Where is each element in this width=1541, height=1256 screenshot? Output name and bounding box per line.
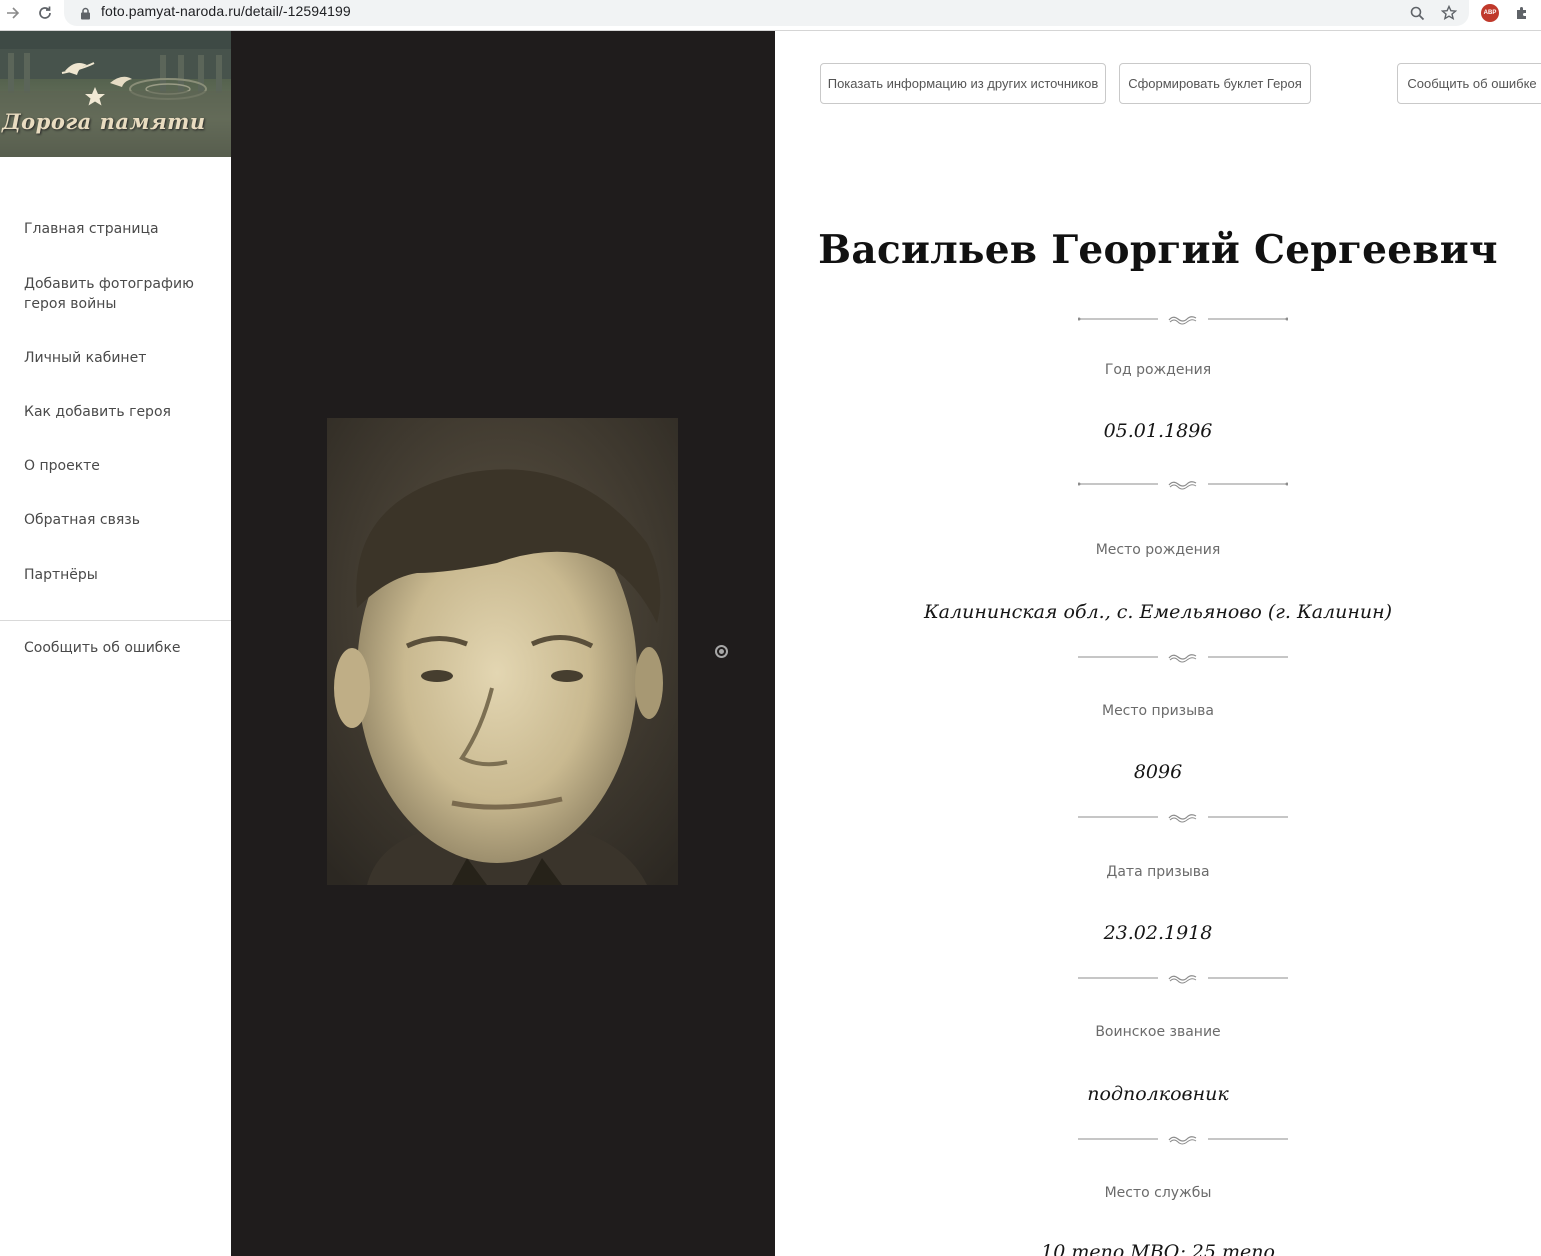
sidebar-item-add-photo[interactable]: Добавить фотографию героя войны bbox=[24, 274, 214, 314]
field-value-rank: подполковник bbox=[1087, 1083, 1229, 1105]
field-label-birth-place: Место рождения bbox=[1095, 542, 1221, 558]
lock-icon[interactable] bbox=[78, 0, 92, 26]
sidebar: Дорога памяти Главная страница Добавить … bbox=[0, 31, 231, 1256]
ornament-divider bbox=[1078, 1136, 1288, 1145]
field-value-conscription-date: 23.02.1918 bbox=[1103, 922, 1213, 944]
field-label-birth-date: Год рождения bbox=[1104, 362, 1212, 378]
zoom-icon[interactable] bbox=[1408, 0, 1426, 26]
ornament-divider bbox=[1078, 975, 1288, 984]
sidebar-item-partners[interactable]: Партнёры bbox=[24, 565, 214, 585]
make-booklet-button[interactable]: Сформировать буклет Героя bbox=[1119, 63, 1311, 104]
extensions-puzzle-icon[interactable] bbox=[1513, 0, 1531, 26]
carousel-indicator[interactable] bbox=[715, 645, 728, 658]
reload-icon[interactable] bbox=[36, 0, 54, 26]
browser-toolbar: foto.pamyat-naroda.ru/detail/-12594199 A… bbox=[0, 0, 1541, 31]
photo-panel bbox=[231, 31, 775, 1256]
hero-name: Васильев Георгий Сергеевич bbox=[818, 227, 1498, 273]
field-label-conscription-place: Место призыва bbox=[1101, 703, 1215, 719]
sidebar-item-account[interactable]: Личный кабинет bbox=[24, 348, 214, 368]
logo-text: Дорога памяти bbox=[2, 109, 206, 134]
field-value-birth-place: Калининская обл., с. Емельяново (г. Кали… bbox=[923, 601, 1393, 623]
forward-icon[interactable] bbox=[4, 0, 22, 26]
adblock-extension-icon[interactable]: ABP bbox=[1481, 4, 1499, 22]
sidebar-divider bbox=[0, 620, 231, 621]
site-logo[interactable]: Дорога памяти bbox=[0, 31, 231, 157]
field-label-service-place: Место службы bbox=[1104, 1185, 1212, 1201]
ornament-divider bbox=[1078, 316, 1288, 325]
ornament-divider bbox=[1078, 481, 1288, 490]
ornament-divider bbox=[1078, 654, 1288, 663]
sidebar-item-feedback[interactable]: Обратная связь bbox=[24, 510, 214, 530]
field-label-rank: Воинское звание bbox=[1095, 1024, 1221, 1040]
field-label-conscription-date: Дата призыва bbox=[1106, 864, 1210, 880]
field-value-birth-date: 05.01.1896 bbox=[1103, 420, 1213, 442]
sidebar-item-home[interactable]: Главная страница bbox=[24, 219, 214, 239]
field-value-service-place: 10 тепо МВО; 25 тепо bbox=[1041, 1241, 1275, 1256]
hero-details: Показать информацию из других источников… bbox=[775, 31, 1541, 1256]
url-text[interactable]: foto.pamyat-naroda.ru/detail/-12594199 bbox=[101, 3, 351, 19]
sidebar-item-about[interactable]: О проекте bbox=[24, 456, 214, 476]
hero-portrait-photo[interactable] bbox=[327, 418, 678, 885]
sidebar-report-error-link[interactable]: Сообщить об ошибке bbox=[24, 638, 214, 658]
show-other-sources-button[interactable]: Показать информацию из других источников bbox=[820, 63, 1106, 104]
field-value-conscription-place: 8096 bbox=[1133, 761, 1183, 783]
star-icon[interactable] bbox=[1440, 0, 1458, 26]
sidebar-item-how-to-add[interactable]: Как добавить героя bbox=[24, 402, 214, 422]
ornament-divider bbox=[1078, 814, 1288, 823]
report-error-button[interactable]: Сообщить об ошибке bbox=[1397, 63, 1541, 104]
